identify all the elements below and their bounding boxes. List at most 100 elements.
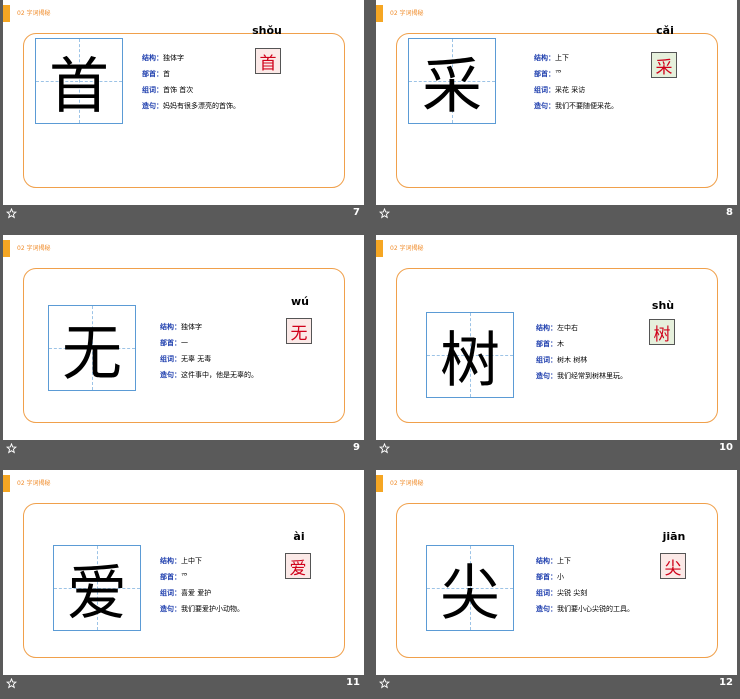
slide-canvas: 02 字词揭秘 采 结构：上下 部首：爫 组词：采花 采访 造句：我们不要随便采… [376, 0, 737, 205]
structure-value: 上下 [557, 557, 571, 565]
star-icon[interactable] [6, 443, 17, 454]
sentence-row: 造句：我们要小心尖锐的工具。 [536, 604, 634, 620]
sentence-label: 造句： [536, 605, 557, 613]
slide-footer: 11 [3, 677, 364, 697]
main-character: 首 [49, 51, 109, 122]
character-info: 结构：独体字 部首：一 组词：无辜 无毒 造句：这件事中，他是无辜的。 [160, 322, 258, 386]
character-grid-box: 采 [408, 38, 496, 124]
sentence-row: 造句：我们经常到树林里玩。 [536, 371, 627, 387]
main-character: 爱 [67, 558, 127, 629]
character-info: 结构：上中下 部首：爫 组词：喜爱 爱护 造句：我们要爱护小动物。 [160, 556, 244, 620]
sentence-label: 造句： [536, 372, 557, 380]
structure-label: 结构： [160, 557, 181, 565]
words-row: 组词：尖锐 尖刻 [536, 588, 634, 604]
structure-label: 结构： [536, 324, 557, 332]
radical-label: 部首： [142, 70, 163, 78]
pinyin: wú [291, 295, 309, 308]
words-value: 尖锐 尖刻 [557, 589, 588, 597]
structure-row: 结构：独体字 [142, 53, 240, 69]
slide-footer: 9 [3, 442, 364, 462]
slide-footer: 7 [3, 207, 364, 227]
sentence-row: 造句：我们要爱护小动物。 [160, 604, 244, 620]
character-info: 结构：独体字 部首：首 组词：首饰 首次 造句：妈妈有很多漂亮的首饰。 [142, 53, 240, 117]
main-character: 树 [440, 325, 500, 396]
pinyin: cǎi [656, 24, 674, 37]
slide-number: 10 [719, 442, 733, 453]
radical-label: 部首： [160, 573, 181, 581]
accent-bar [376, 240, 383, 257]
slide-number: 8 [726, 207, 733, 218]
radical-row: 部首：爫 [160, 572, 244, 588]
radical-label: 部首： [536, 340, 557, 348]
radical-row: 部首：首 [142, 69, 240, 85]
sentence-row: 造句：这件事中，他是无辜的。 [160, 370, 258, 386]
radical-value: 爫 [555, 70, 562, 78]
small-character-box: 树 [649, 319, 675, 345]
character-info: 结构：左中右 部首：木 组词：树木 树林 造句：我们经常到树林里玩。 [536, 323, 627, 387]
sentence-value: 我们要爱护小动物。 [181, 605, 244, 613]
words-label: 组词： [160, 589, 181, 597]
words-label: 组词： [534, 86, 555, 94]
slide-number: 12 [719, 677, 733, 688]
pinyin: shù [651, 299, 675, 312]
words-value: 喜爱 爱护 [181, 589, 212, 597]
character-grid-box: 爱 [53, 545, 141, 631]
slide-canvas: 02 字词揭秘 无 结构：独体字 部首：一 组词：无辜 无毒 造句：这件事中，他… [3, 235, 364, 440]
structure-row: 结构：左中右 [536, 323, 627, 339]
slide-thumbnail-10[interactable]: 02 字词揭秘 树 结构：左中右 部首：木 组词：树木 树林 造句：我们经常到树… [376, 235, 737, 464]
structure-value: 独体字 [163, 54, 184, 62]
accent-bar [3, 240, 10, 257]
radical-row: 部首：一 [160, 338, 258, 354]
structure-row: 结构：上下 [536, 556, 634, 572]
slide-thumbnail-11[interactable]: 02 字词揭秘 爱 结构：上中下 部首：爫 组词：喜爱 爱护 造句：我们要爱护小… [3, 470, 364, 699]
sentence-row: 造句：我们不要随便采花。 [534, 101, 618, 117]
words-value: 无辜 无毒 [181, 355, 212, 363]
words-label: 组词： [142, 86, 163, 94]
slide-number: 7 [353, 207, 360, 218]
structure-value: 左中右 [557, 324, 578, 332]
accent-bar [3, 5, 10, 22]
structure-label: 结构： [160, 323, 181, 331]
slide-footer: 12 [376, 677, 737, 697]
section-label: 02 字词揭秘 [390, 10, 424, 17]
structure-value: 上中下 [181, 557, 202, 565]
slide-number: 11 [346, 677, 360, 688]
small-character-box: 爱 [285, 553, 311, 579]
slide-number: 9 [353, 442, 360, 453]
sentence-label: 造句： [142, 102, 163, 110]
radical-label: 部首： [536, 573, 557, 581]
words-row: 组词：无辜 无毒 [160, 354, 258, 370]
slide-canvas: 02 字词揭秘 爱 结构：上中下 部首：爫 组词：喜爱 爱护 造句：我们要爱护小… [3, 470, 364, 675]
words-value: 树木 树林 [557, 356, 588, 364]
star-icon[interactable] [379, 443, 390, 454]
star-icon[interactable] [6, 678, 17, 689]
radical-value: 首 [163, 70, 170, 78]
structure-label: 结构： [142, 54, 163, 62]
structure-row: 结构：上中下 [160, 556, 244, 572]
slide-footer: 10 [376, 442, 737, 462]
words-row: 组词：喜爱 爱护 [160, 588, 244, 604]
character-info: 结构：上下 部首：爫 组词：采花 采访 造句：我们不要随便采花。 [534, 53, 618, 117]
section-label: 02 字词揭秘 [390, 480, 424, 487]
section-label: 02 字词揭秘 [17, 245, 51, 252]
star-icon[interactable] [379, 678, 390, 689]
main-character: 尖 [440, 558, 500, 629]
slide-thumbnail-12[interactable]: 02 字词揭秘 尖 结构：上下 部首：小 组词：尖锐 尖刻 造句：我们要小心尖锐… [376, 470, 737, 699]
slide-thumbnail-9[interactable]: 02 字词揭秘 无 结构：独体字 部首：一 组词：无辜 无毒 造句：这件事中，他… [3, 235, 364, 464]
sentence-value: 我们不要随便采花。 [555, 102, 618, 110]
sentence-value: 我们要小心尖锐的工具。 [557, 605, 634, 613]
star-icon[interactable] [6, 208, 17, 219]
radical-row: 部首：木 [536, 339, 627, 355]
star-icon[interactable] [379, 208, 390, 219]
accent-bar [376, 5, 383, 22]
sentence-row: 造句：妈妈有很多漂亮的首饰。 [142, 101, 240, 117]
slide-thumbnail-7[interactable]: 02 字词揭秘 首 结构：独体字 部首：首 组词：首饰 首次 造句：妈妈有很多漂… [3, 0, 364, 229]
words-label: 组词： [160, 355, 181, 363]
slide-thumbnail-8[interactable]: 02 字词揭秘 采 结构：上下 部首：爫 组词：采花 采访 造句：我们不要随便采… [376, 0, 737, 229]
slide-footer: 8 [376, 207, 737, 227]
section-label: 02 字词揭秘 [17, 10, 51, 17]
structure-value: 独体字 [181, 323, 202, 331]
words-row: 组词：首饰 首次 [142, 85, 240, 101]
section-label: 02 字词揭秘 [390, 245, 424, 252]
radical-row: 部首：小 [536, 572, 634, 588]
